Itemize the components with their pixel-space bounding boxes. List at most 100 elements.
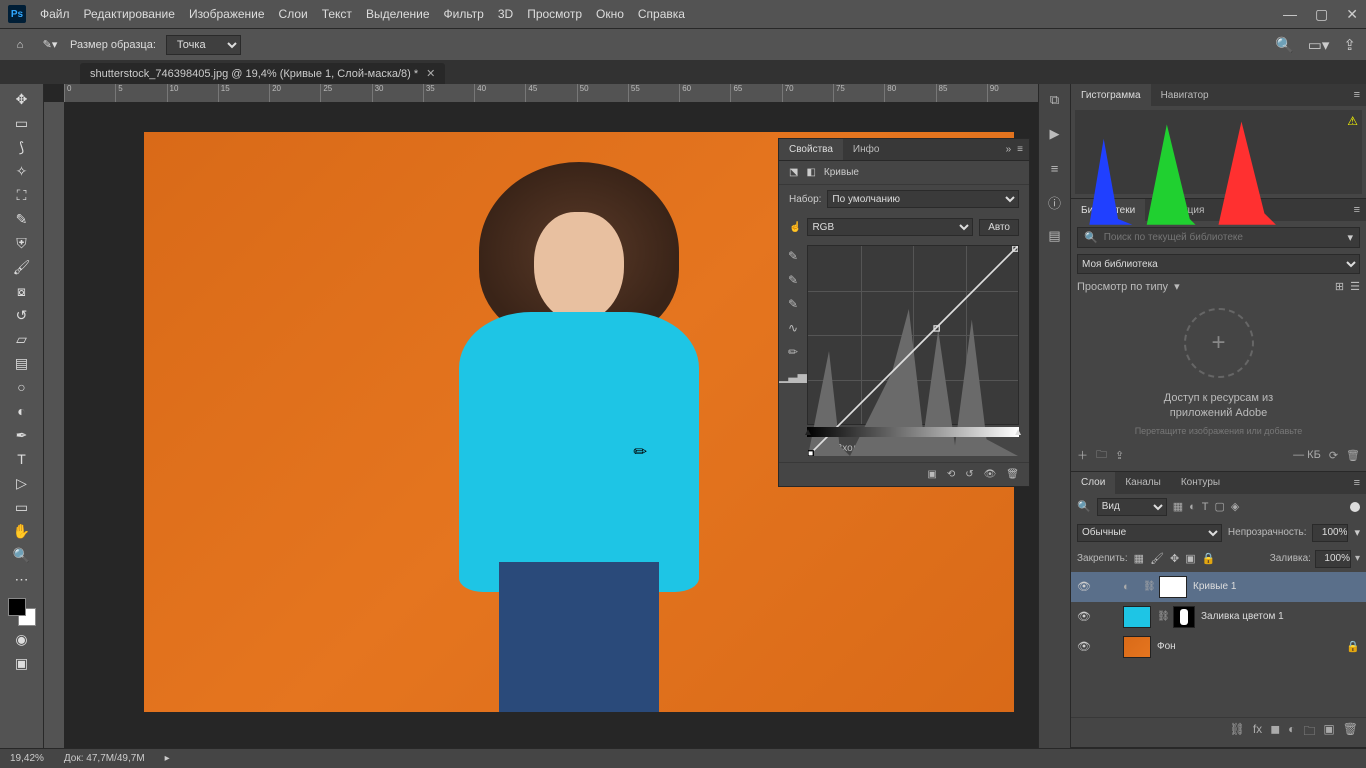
black-slider-icon[interactable]: ▲	[803, 427, 813, 438]
new-layer-icon[interactable]: ▣	[1323, 722, 1334, 743]
menu-window[interactable]: Окно	[596, 7, 624, 21]
preset-select[interactable]: По умолчанию	[827, 190, 1019, 208]
healing-tool[interactable]: ⛨	[10, 232, 34, 254]
marquee-tool[interactable]: ▭	[10, 112, 34, 134]
tab-histogram[interactable]: Гистограмма	[1071, 84, 1151, 106]
blend-mode-select[interactable]: Обычные	[1077, 524, 1222, 542]
status-caret-icon[interactable]: ▸	[165, 753, 170, 764]
menu-view[interactable]: Просмотр	[527, 7, 582, 21]
delete-adjustment-icon[interactable]: 🗑	[1006, 469, 1019, 480]
doc-size[interactable]: Док: 47,7М/49,7М	[64, 753, 145, 764]
menu-text[interactable]: Текст	[322, 7, 352, 21]
curve-clip-icon[interactable]: ▁▃▅	[784, 367, 802, 385]
close-icon[interactable]: ✕	[1346, 6, 1358, 23]
actions-panel-icon[interactable]: ▶	[1045, 124, 1065, 144]
tab-navigator[interactable]: Навигатор	[1151, 84, 1219, 106]
dodge-tool[interactable]: ◐	[10, 400, 34, 422]
document-tab[interactable]: shutterstock_746398405.jpg @ 19,4% (Крив…	[80, 63, 445, 84]
layer-style-icon[interactable]: fx	[1253, 722, 1262, 743]
search-icon[interactable]: 🔍	[1275, 36, 1294, 54]
panel-menu-icon[interactable]: ≡	[1017, 144, 1023, 155]
panel-collapse-icon[interactable]: »	[1006, 144, 1012, 155]
filter-pixel-icon[interactable]: ▦	[1173, 500, 1183, 513]
layer-mask-icon[interactable]: ◼	[1270, 722, 1280, 743]
reset-icon[interactable]: ↺	[965, 469, 973, 480]
tool-preset-icon[interactable]: ✎▾	[40, 35, 60, 55]
library-dropzone[interactable]: +	[1077, 301, 1360, 391]
eyedropper-gray-icon[interactable]: ✎	[784, 271, 802, 289]
upload-icon[interactable]: ⇪	[1115, 449, 1124, 462]
group-icon[interactable]: 🗀	[1303, 722, 1315, 743]
layer-row[interactable]: 👁 ⛓ Заливка цветом 1	[1071, 602, 1366, 632]
layer-row[interactable]: 👁 Фон 🔒	[1071, 632, 1366, 662]
list-view-icon[interactable]: ☰	[1350, 280, 1360, 293]
visibility-icon[interactable]: 👁	[1077, 610, 1091, 623]
chevron-down-icon[interactable]: ▾	[1174, 280, 1180, 293]
panel-menu-icon[interactable]: ≡	[1348, 477, 1366, 489]
menu-3d[interactable]: 3D	[498, 7, 513, 21]
tab-close-icon[interactable]: ✕	[426, 67, 435, 80]
filter-type-icon[interactable]: T	[1202, 501, 1209, 513]
opacity-input[interactable]	[1312, 524, 1348, 542]
layer-name[interactable]: Заливка цветом 1	[1201, 611, 1284, 622]
panel-menu-icon[interactable]: ≡	[1348, 89, 1366, 101]
tab-channels[interactable]: Каналы	[1115, 472, 1171, 494]
eyedropper-black-icon[interactable]: ✎	[784, 247, 802, 265]
layer-mask-thumbnail[interactable]	[1173, 606, 1195, 628]
layer-filter-select[interactable]: Вид	[1097, 498, 1167, 516]
library-search-input[interactable]	[1104, 232, 1342, 243]
delete-layer-icon[interactable]: 🗑	[1343, 722, 1358, 743]
visibility-icon[interactable]: 👁	[1077, 580, 1091, 593]
clip-to-layer-icon[interactable]: ▣	[927, 469, 936, 480]
eyedropper-tool[interactable]: ✎	[10, 208, 34, 230]
grid-view-icon[interactable]: ⊞	[1335, 280, 1344, 293]
share-icon[interactable]: ⇪	[1343, 36, 1356, 54]
layer-thumbnail[interactable]	[1123, 636, 1151, 658]
search-dropdown-icon[interactable]: ▾	[1347, 231, 1353, 244]
trash-icon[interactable]: 🗑	[1346, 449, 1360, 462]
menu-image[interactable]: Изображение	[189, 7, 265, 21]
crop-tool[interactable]: ⛶	[10, 184, 34, 206]
lock-position-icon[interactable]: ✥	[1170, 552, 1179, 565]
home-icon[interactable]: ⌂	[10, 35, 30, 55]
character-panel-icon[interactable]: ⓘ	[1045, 192, 1065, 212]
layer-row[interactable]: 👁 ◐ ⛓ Кривые 1	[1071, 572, 1366, 602]
menu-edit[interactable]: Редактирование	[84, 7, 175, 21]
quick-mask-tool[interactable]: ◉	[10, 628, 34, 650]
mask-icon[interactable]: ◧	[806, 167, 815, 178]
menu-help[interactable]: Справка	[638, 7, 685, 21]
chevron-down-icon[interactable]: ▾	[1355, 553, 1360, 564]
filter-toggle[interactable]	[1350, 502, 1360, 512]
move-tool[interactable]: ✥	[10, 88, 34, 110]
filter-shape-icon[interactable]: ▢	[1215, 500, 1225, 513]
maximize-icon[interactable]: ▢	[1315, 6, 1328, 23]
minimize-icon[interactable]: —	[1283, 6, 1297, 23]
lock-icon[interactable]: 🔒	[1346, 640, 1360, 653]
curves-input-gradient[interactable]: ▲ ▲	[807, 427, 1019, 437]
zoom-tool[interactable]: 🔍	[10, 544, 34, 566]
eyedropper-white-icon[interactable]: ✎	[784, 295, 802, 313]
adjustment-layer-icon[interactable]: ◐	[1288, 722, 1295, 743]
blur-tool[interactable]: ○	[10, 376, 34, 398]
properties-panel-icon[interactable]: ≡	[1045, 158, 1065, 178]
menu-select[interactable]: Выделение	[366, 7, 430, 21]
layer-thumbnail[interactable]	[1159, 576, 1187, 598]
tab-layers[interactable]: Слои	[1071, 472, 1115, 494]
menu-layers[interactable]: Слои	[279, 7, 308, 21]
lock-all-icon[interactable]: 🔒	[1202, 552, 1216, 565]
layer-name[interactable]: Фон	[1157, 641, 1176, 652]
history-panel-icon[interactable]: ⧉	[1045, 90, 1065, 110]
histogram-warning-icon[interactable]: ⚠	[1347, 114, 1358, 128]
visibility-icon[interactable]: 👁	[1077, 640, 1091, 653]
menu-filter[interactable]: Фильтр	[444, 7, 484, 21]
gradient-tool[interactable]: ▤	[10, 352, 34, 374]
sync-icon[interactable]: ⟳	[1329, 449, 1338, 462]
magic-wand-tool[interactable]: ✧	[10, 160, 34, 182]
curve-smooth-icon[interactable]: ∿	[784, 319, 802, 337]
eraser-tool[interactable]: ▱	[10, 328, 34, 350]
channel-select[interactable]: RGB	[807, 218, 973, 236]
tab-paths[interactable]: Контуры	[1171, 472, 1230, 494]
edit-toolbar[interactable]: ⋯	[10, 568, 34, 590]
path-select-tool[interactable]: ▷	[10, 472, 34, 494]
targeted-adjustment-icon[interactable]: ☝	[789, 222, 801, 233]
